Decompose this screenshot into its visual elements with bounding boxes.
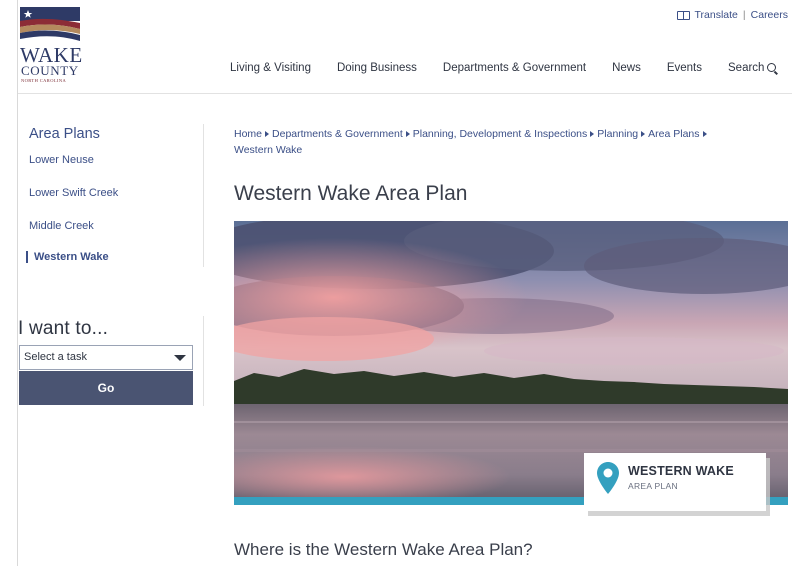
breadcrumb-area-plans[interactable]: Area Plans [648,128,699,140]
go-button[interactable]: Go [19,371,193,405]
breadcrumb-arrow-icon [265,131,270,138]
translate-link[interactable]: Translate [695,9,738,21]
breadcrumb-planning[interactable]: Planning [597,128,638,140]
task-select[interactable]: Select a task [19,345,193,370]
wake-county-logo[interactable]: WAKE COUNTY NORTH CAROLINA [20,7,82,87]
site-header: WAKE COUNTY NORTH CAROLINA Translate | C… [18,0,792,94]
section-heading: Where is the Western Wake Area Plan? [234,540,533,559]
search-icon [767,62,777,72]
sidebar-title[interactable]: Area Plans [29,126,100,142]
sidebar-item-middle-creek[interactable]: Middle Creek [29,220,94,232]
nav-search-label: Search [728,62,765,74]
i-want-to-widget: I want to... Select a task Go [18,316,204,406]
utility-links: Translate | Careers [676,9,788,21]
main-nav: Living & Visiting Doing Business Departm… [230,62,777,74]
nav-living-visiting[interactable]: Living & Visiting [230,62,311,74]
breadcrumb-arrow-icon [405,131,410,138]
utility-separator: | [742,9,746,21]
chevron-down-icon [174,355,186,361]
badge-subtitle: AREA PLAN [628,481,678,491]
breadcrumb-arrow-icon [702,131,707,138]
nav-search[interactable]: Search [728,62,777,74]
careers-link[interactable]: Careers [751,9,788,21]
sidebar-item-lower-neuse[interactable]: Lower Neuse [29,154,94,166]
logo-state-text: NORTH CAROLINA [21,78,67,83]
i-want-to-heading: I want to... [18,318,109,339]
sidebar-item-lower-swift-creek[interactable]: Lower Swift Creek [29,187,118,199]
breadcrumb-current: Western Wake [234,144,303,156]
nav-doing-business[interactable]: Doing Business [337,62,417,74]
page-title: Western Wake Area Plan [234,182,468,205]
nav-departments-government[interactable]: Departments & Government [443,62,586,74]
badge-title: WESTERN WAKE [628,464,734,478]
breadcrumb-home[interactable]: Home [234,128,262,140]
widget-divider [203,316,204,406]
translate-icon [676,10,690,20]
nav-news[interactable]: News [612,62,641,74]
nav-events[interactable]: Events [667,62,702,74]
sidebar-divider [203,124,204,267]
breadcrumb: Home Departments & Government Planning, De… [234,126,774,158]
area-plan-badge: WESTERN WAKE AREA PLAN [584,453,766,511]
breadcrumb-arrow-icon [641,131,646,138]
task-select-value: Select a task [24,351,87,363]
breadcrumb-planning-development[interactable]: Planning, Development & Inspections [413,128,588,140]
breadcrumb-arrow-icon [590,131,595,138]
logo-county-text: COUNTY [21,63,79,78]
sidebar-item-western-wake[interactable]: Western Wake [26,251,109,263]
map-pin-icon [597,462,619,494]
breadcrumb-departments[interactable]: Departments & Government [272,128,403,140]
logo-flag-icon [20,7,80,41]
